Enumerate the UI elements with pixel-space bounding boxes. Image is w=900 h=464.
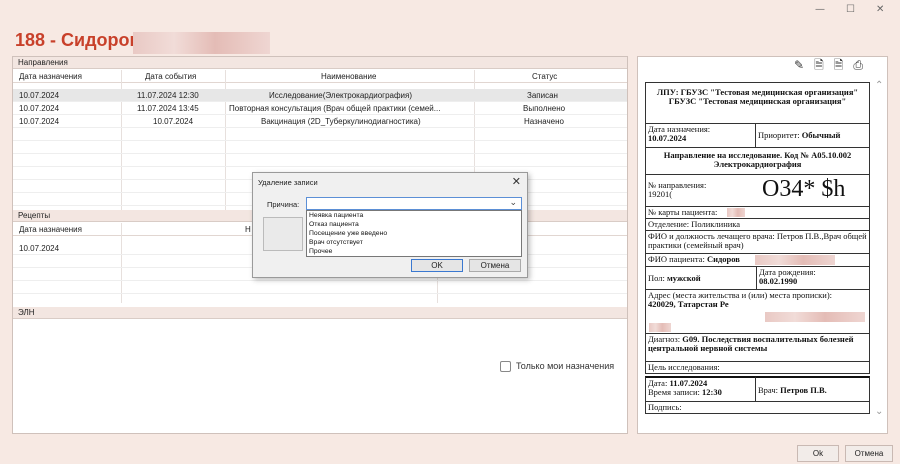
only-mine-checkbox[interactable] bbox=[500, 361, 511, 372]
preview-toolbar: ✎🗎🗎⎙ bbox=[794, 56, 873, 77]
doc-birth: Дата рождения: 08.02.1990 bbox=[756, 266, 870, 290]
doc-signature: Подпись: bbox=[645, 401, 870, 414]
doc-doctor: ФИО и должность лечащего врача: Петров П… bbox=[645, 230, 870, 254]
row-status: Назначено bbox=[524, 117, 564, 126]
minimize-button[interactable]: — bbox=[815, 4, 825, 15]
only-mine-label: Только мои назначения bbox=[516, 361, 615, 371]
row-date: 10.07.2024 bbox=[19, 91, 60, 100]
row-name: Повторная консультация (Врач общей практ… bbox=[229, 104, 441, 113]
row-date: 10.07.2024 bbox=[19, 244, 60, 253]
doc-goal: Цель исследования: bbox=[645, 361, 870, 374]
referral-document: ЛПУ: ГБУЗС "Тестовая медицинская организ… bbox=[645, 80, 870, 420]
row-event-date: 11.07.2024 13:45 bbox=[137, 104, 199, 113]
col-header-event-date[interactable]: Дата события bbox=[145, 70, 196, 83]
maximize-button[interactable]: ☐ bbox=[846, 4, 855, 15]
row-date: 10.07.2024 bbox=[19, 104, 60, 113]
row-event-date: 11.07.2024 12:30 bbox=[137, 91, 199, 100]
col-header-status[interactable]: Статус bbox=[532, 70, 557, 83]
ok-button[interactable]: Ok bbox=[797, 445, 839, 462]
doc-referral-title: Направление на исследование. Код № А05.1… bbox=[645, 147, 870, 175]
doc-visit-date: Дата: 11.07.2024 Время записи: 12:30 bbox=[645, 376, 756, 402]
dialog-cancel-button[interactable]: Отмена bbox=[469, 259, 521, 272]
doc-date: Дата назначения: 10.07.2024 bbox=[645, 123, 756, 148]
eln-section-header: ЭЛН bbox=[13, 307, 627, 319]
col-header-date[interactable]: Дата назначения bbox=[19, 70, 82, 83]
row-name: Вакцинация (2D_Туберкулинодиагностика) bbox=[261, 117, 421, 126]
reason-option[interactable]: Неявка пациента bbox=[309, 212, 363, 220]
doc-referral-number: № направления: 19201( O34* $h bbox=[645, 174, 870, 207]
chevron-down-icon[interactable]: ⌄ bbox=[875, 406, 883, 417]
doc-org: ЛПУ: ГБУЗС "Тестовая медицинская организ… bbox=[645, 82, 870, 124]
delete-record-dialog: Удаление записи ✕ Причина: ⌄ Неявка паци… bbox=[252, 172, 528, 278]
chevron-up-icon[interactable]: ⌃ bbox=[875, 80, 883, 91]
reason-select[interactable]: ⌄ bbox=[306, 197, 522, 210]
col-header-recipe-date[interactable]: Дата назначения bbox=[19, 223, 82, 236]
col-header-name[interactable]: Наименование bbox=[321, 70, 376, 83]
row-status: Записан bbox=[527, 91, 558, 100]
doc-barcode: O34* $h bbox=[762, 176, 846, 202]
preview-scrollbar[interactable]: ⌃ ⌄ bbox=[874, 80, 886, 420]
row-event-date: 10.07.2024 bbox=[153, 117, 194, 126]
cancel-button[interactable]: Отмена bbox=[845, 445, 893, 462]
directions-header-row: Дата назначения Дата события Наименовани… bbox=[13, 70, 627, 83]
reason-option[interactable]: Посещение уже введено bbox=[309, 230, 387, 238]
close-icon[interactable]: ✕ bbox=[512, 175, 521, 188]
reason-option[interactable]: Прочее bbox=[309, 248, 332, 256]
reason-option[interactable]: Отказ пациента bbox=[309, 221, 359, 229]
edit-doc-icon[interactable]: ✎ bbox=[794, 58, 814, 72]
doc-icon[interactable]: 🗎 bbox=[814, 58, 834, 72]
chevron-down-icon: ⌄ bbox=[509, 197, 517, 207]
dialog-title: Удаление записи bbox=[258, 178, 318, 187]
page-title: 188 - Сидоров bbox=[15, 30, 141, 50]
main-window: — ☐ ✕ 188 - Сидоров Направления Дата наз… bbox=[0, 0, 900, 464]
row-name: Исследование(Электрокардиография) bbox=[269, 91, 413, 100]
reason-option[interactable]: Врач отсутствует bbox=[309, 239, 363, 247]
reason-dropdown-list: Неявка пациента Отказ пациента Посещение… bbox=[306, 210, 522, 257]
table-row[interactable]: 10.07.2024 10.07.2024 Вакцинация (2D_Туб… bbox=[13, 115, 627, 128]
col-header-recipe-name[interactable]: Н bbox=[245, 223, 251, 236]
table-row[interactable]: 10.07.2024 11.07.2024 12:30 Исследование… bbox=[13, 89, 627, 102]
doc-diagnosis: Диагноз: G09. Последствия воспалительных… bbox=[645, 333, 870, 362]
row-status: Выполнено bbox=[523, 104, 566, 113]
close-window-button[interactable]: ✕ bbox=[876, 4, 884, 15]
redacted-name bbox=[133, 32, 270, 54]
dialog-ok-button[interactable]: OK bbox=[411, 259, 463, 272]
table-row[interactable]: 10.07.2024 11.07.2024 13:45 Повторная ко… bbox=[13, 102, 627, 115]
print-icon[interactable]: ⎙ bbox=[853, 58, 873, 72]
doc-visit-doctor: Врач: Петров П.В. bbox=[755, 376, 870, 402]
doc-priority: Приоритет: Обычный bbox=[755, 123, 870, 148]
reason-label: Причина: bbox=[267, 200, 300, 209]
doc-export-icon[interactable]: 🗎 bbox=[834, 58, 854, 72]
directions-section-header: Направления bbox=[13, 57, 627, 69]
row-date: 10.07.2024 bbox=[19, 117, 60, 126]
doc-sex: Пол: мужской bbox=[645, 266, 757, 290]
